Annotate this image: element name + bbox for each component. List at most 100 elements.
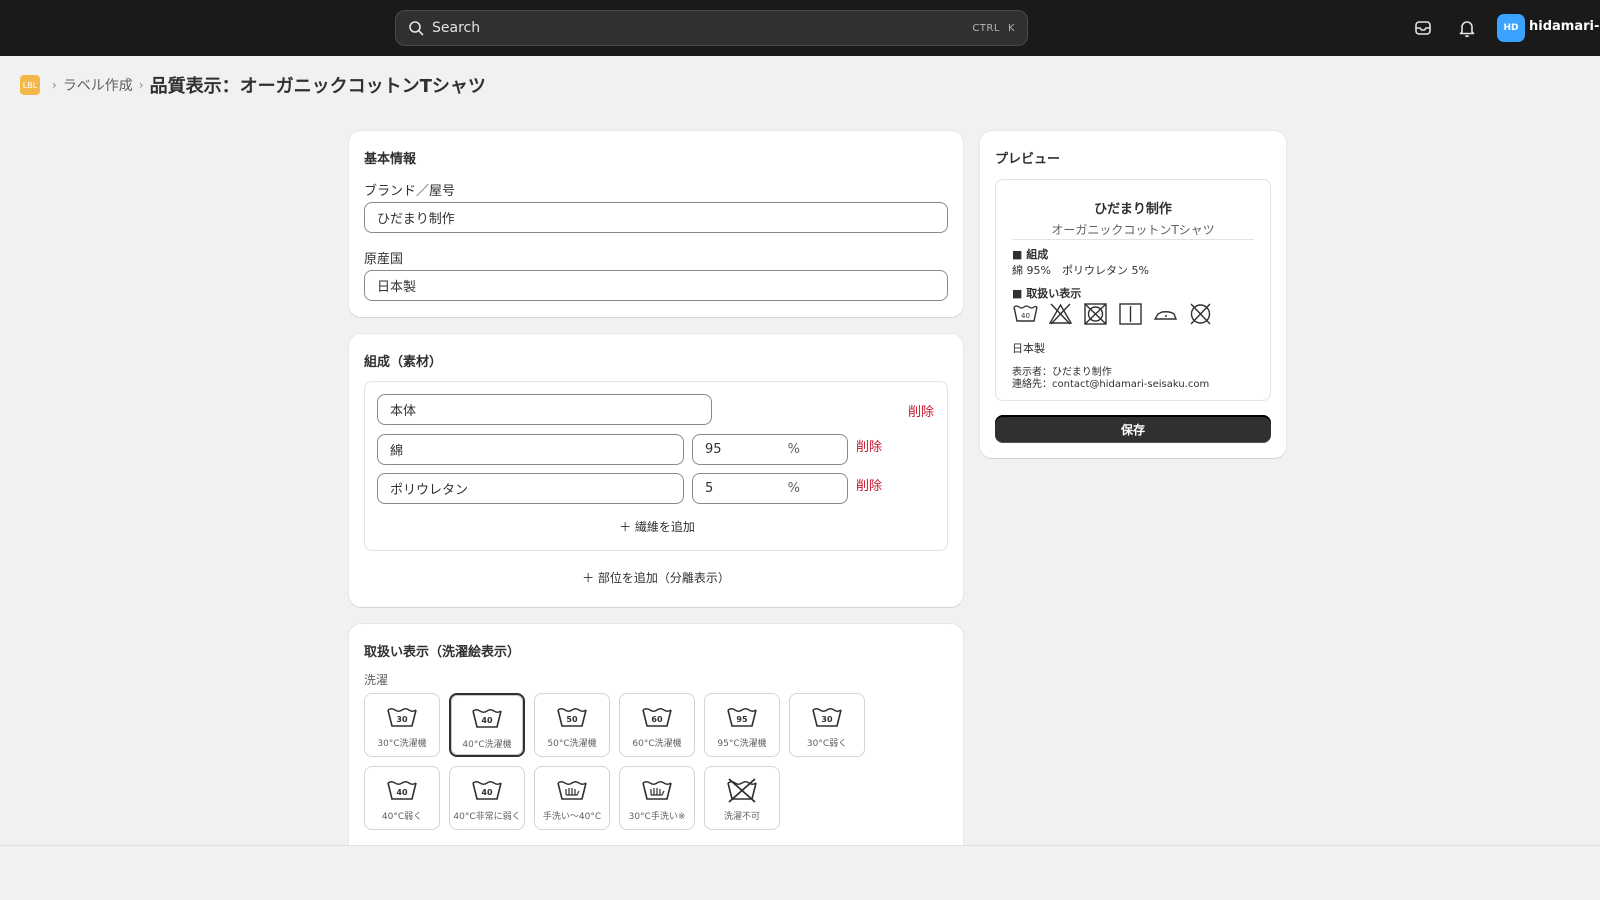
wash-caption: 洗濯不可 <box>723 812 760 822</box>
wash-symbol-option[interactable]: 30 30°C洗濯機 <box>364 693 440 757</box>
composition-card: 組成（素材） 本体 削除 綿 95% 削除 ポリウレタン 5% 削除 ＋ 繊維を… <box>349 334 963 607</box>
search-icon <box>409 21 424 36</box>
part-name-value: 本体 <box>390 404 417 419</box>
no-tumble-dry-icon <box>1084 303 1107 325</box>
wash-tub-icon: 30 <box>812 708 842 727</box>
wash-caption: 95°C洗濯機 <box>717 739 767 749</box>
wash-tub-icon: 40 <box>472 781 502 800</box>
preview-card: プレビュー ひだまり制作 オーガニックコットンTシャツ ■ 組成 綿 95% ポ… <box>980 131 1286 458</box>
preview-care-heading: ■ 取扱い表示 <box>1012 287 1082 300</box>
fiber-percent-input[interactable]: 5% <box>692 473 848 504</box>
fiber-percent-input[interactable]: 95% <box>692 434 848 465</box>
wash-temp: 95 <box>736 715 748 724</box>
inbox-icon[interactable] <box>1412 17 1434 39</box>
wash-tub-icon: 30 <box>387 708 417 727</box>
origin-value: 日本製 <box>377 280 417 295</box>
chevron-right-icon: › <box>52 78 57 92</box>
delete-part-button[interactable]: 削除 <box>908 401 934 420</box>
preview-contact: 連絡先：contact@hidamari-seisaku.com <box>1012 379 1210 390</box>
delete-fiber-button[interactable]: 削除 <box>856 475 882 494</box>
origin-label: 原産国 <box>364 252 404 267</box>
wash-temp: 30 <box>396 715 408 724</box>
add-fiber-button[interactable]: ＋ 繊維を追加 <box>365 518 949 535</box>
wash-symbol-option[interactable]: 95 95°C洗濯機 <box>704 693 780 757</box>
wash-caption: 手洗い〜40°C <box>542 812 602 822</box>
wash-tub-icon: 60 <box>642 708 672 727</box>
wash-caption: 30°C弱く <box>806 739 848 749</box>
wash-temp: 40 <box>481 716 493 725</box>
care-title: 取扱い表示（洗濯絵表示） <box>364 645 521 660</box>
fiber-name-input[interactable]: ポリウレタン <box>377 473 684 504</box>
composition-title: 組成（素材） <box>364 355 443 370</box>
top-bar: Search CTRL K HD hidamari-dev <box>0 0 1600 56</box>
fiber-percent-value: 95 <box>705 442 722 457</box>
user-name[interactable]: hidamari-dev <box>1529 19 1600 34</box>
wash-caption: 40°C非常に弱く <box>453 812 521 822</box>
basic-info-title: 基本情報 <box>364 152 417 167</box>
no-dry-clean-icon <box>1190 303 1211 325</box>
line-dry-icon <box>1119 303 1142 325</box>
wash-caption: 30°C洗濯機 <box>377 739 427 749</box>
search-bar[interactable]: Search CTRL K <box>395 10 1028 46</box>
shortcut-ctrl: CTRL <box>972 22 1000 34</box>
wash-caption: 60°C洗濯機 <box>632 739 682 749</box>
fiber-name-input[interactable]: 綿 <box>377 434 684 465</box>
composition-part-box: 本体 削除 綿 95% 削除 ポリウレタン 5% 削除 ＋ 繊維を追加 <box>364 381 948 551</box>
shortcut-key: K <box>1007 22 1015 34</box>
avatar[interactable]: HD <box>1497 14 1525 42</box>
wash-tub-icon: 40 <box>387 781 417 800</box>
add-part-button[interactable]: ＋ 部位を追加（分離表示） <box>349 569 963 586</box>
preview-product: オーガニックコットンTシャツ <box>1051 223 1215 237</box>
search-placeholder: Search <box>432 20 481 36</box>
iron-low-icon <box>1153 311 1178 320</box>
bell-icon[interactable] <box>1456 17 1478 39</box>
label-preview: ひだまり制作 オーガニックコットンTシャツ ■ 組成 綿 95% ポリウレタン … <box>995 179 1271 401</box>
wash-caption: 40°C洗濯機 <box>462 740 512 750</box>
wash-tub-icon <box>557 781 587 800</box>
wash-tub-icon: 40 <box>472 709 502 728</box>
wash-temp: 40 <box>396 788 408 797</box>
breadcrumb-parent-link[interactable]: ラベル作成 <box>63 75 133 95</box>
brand-value: ひだまり制作 <box>377 212 455 227</box>
wash-symbol-option[interactable]: 40 40°C洗濯機 <box>449 693 525 757</box>
percent-suffix: % <box>787 442 800 457</box>
origin-input[interactable]: 日本製 <box>364 270 948 301</box>
no-bleach-icon <box>1048 303 1073 325</box>
preview-composition-heading: ■ 組成 <box>1012 248 1049 261</box>
brand-label: ブランド／屋号 <box>364 184 456 199</box>
chevron-right-icon: › <box>138 78 144 92</box>
save-button[interactable]: 保存 <box>995 415 1271 443</box>
preview-composition-line: 綿 95% ポリウレタン 5% <box>1012 264 1149 277</box>
wash-symbol-option[interactable]: 40 40°C弱く <box>364 766 440 830</box>
percent-suffix: % <box>787 481 800 496</box>
fiber-name-value: 綿 <box>390 444 404 459</box>
wash-caption: 30°C手洗い※ <box>628 812 686 822</box>
wash-symbol-option[interactable]: 手洗い〜40°C <box>534 766 610 830</box>
wash-label: 洗濯 <box>364 673 389 687</box>
preview-care-icons: 40 <box>1012 302 1214 326</box>
wash-symbol-option[interactable]: 60 60°C洗濯機 <box>619 693 695 757</box>
page-title: 品質表示：オーガニックコットンTシャツ <box>149 76 486 97</box>
wash-temp: 30 <box>821 715 833 724</box>
preview-brand: ひだまり制作 <box>1094 202 1172 217</box>
label-app-icon[interactable]: LBL <box>20 75 40 95</box>
preview-origin: 日本製 <box>1012 342 1045 355</box>
wash-symbol-option[interactable]: 30°C手洗い※ <box>619 766 695 830</box>
wash-tub-icon: 95 <box>727 708 757 727</box>
wash-caption: 40°C弱く <box>381 812 423 822</box>
fiber-name-value: ポリウレタン <box>390 483 469 498</box>
wash-symbol-option[interactable]: 50 50°C洗濯機 <box>534 693 610 757</box>
wash-tub-icon: 50 <box>557 708 587 727</box>
delete-fiber-button[interactable]: 削除 <box>856 436 882 455</box>
part-name-input[interactable]: 本体 <box>377 394 712 425</box>
wash-symbol-option[interactable]: 30 30°C弱く <box>789 693 865 757</box>
breadcrumb: LBL › ラベル作成 › 品質表示：オーガニックコットンTシャツ <box>20 73 486 97</box>
wash-symbol-option[interactable]: 40 40°C非常に弱く <box>449 766 525 830</box>
basic-info-card: 基本情報 ブランド／屋号 ひだまり制作 原産国 日本製 <box>349 131 963 317</box>
wash-symbol-option[interactable]: 洗濯不可 <box>704 766 780 830</box>
fiber-percent-value: 5 <box>705 481 714 496</box>
wash-temp: 40 <box>481 788 493 797</box>
preview-title: プレビュー <box>995 152 1061 167</box>
divider <box>1012 239 1254 240</box>
brand-input[interactable]: ひだまり制作 <box>364 202 948 233</box>
